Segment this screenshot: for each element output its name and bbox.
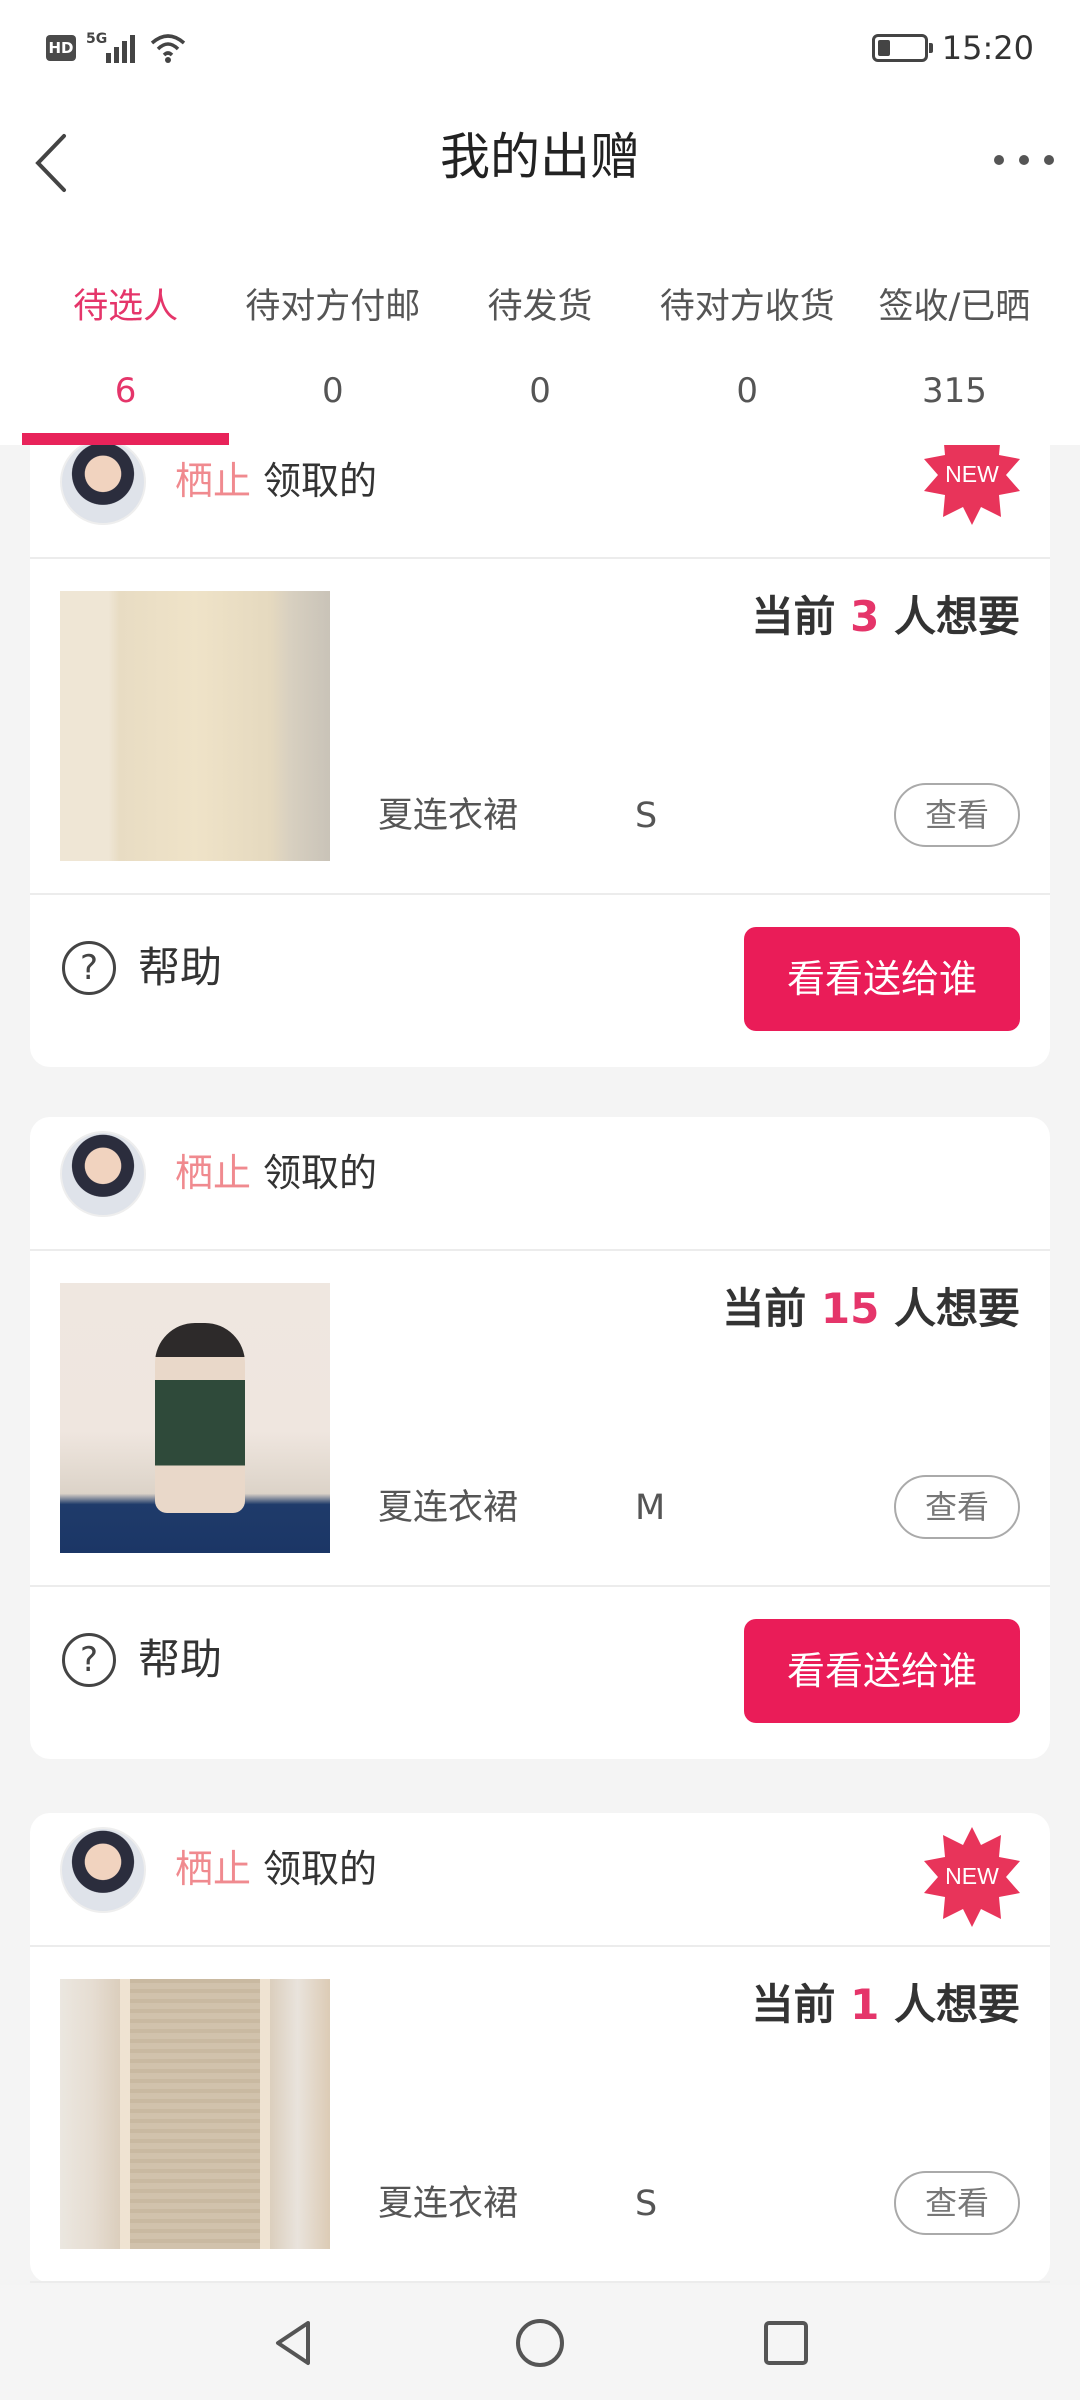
tab-label: 待发货 — [487, 287, 593, 327]
app-header: 我的出赠 — [0, 100, 1080, 230]
card-body: 当前 3 人想要 夏连衣裙 S 查看 — [30, 559, 1050, 895]
claimer-suffix: 领取的 — [263, 459, 378, 503]
item-photo[interactable] — [60, 1979, 330, 2249]
card-header: 栖止 领取的 NEW — [30, 1813, 1050, 1947]
want-count: 1 — [850, 1980, 880, 2029]
page-title: 我的出赠 — [440, 128, 640, 186]
status-tabs: 待选人 6 待对方付邮 0 待发货 0 待对方收货 0 签收/已晒 315 — [0, 230, 1080, 445]
card-body: 当前 15 人想要 夏连衣裙 M 查看 — [30, 1251, 1050, 1587]
view-button[interactable]: 查看 — [894, 1475, 1020, 1539]
help-label[interactable]: 帮助 — [138, 939, 222, 997]
tab-label: 待对方付邮 — [245, 287, 421, 327]
status-time: 15:20 — [941, 29, 1034, 67]
new-badge-icon: NEW — [924, 445, 1020, 525]
card-header: 栖止 领取的 — [30, 1117, 1050, 1251]
item-photo[interactable] — [60, 591, 330, 861]
tab-pending-selection[interactable]: 待选人 6 — [22, 230, 230, 445]
help-icon[interactable]: ? — [62, 1633, 116, 1687]
tab-count: 315 — [921, 371, 987, 411]
tab-label: 签收/已晒 — [878, 287, 1031, 327]
help-label[interactable]: 帮助 — [138, 1631, 222, 1689]
more-options-icon[interactable] — [994, 140, 1054, 180]
system-nav-bar — [0, 2285, 1080, 2400]
tab-count: 6 — [114, 371, 137, 411]
tab-count: 0 — [736, 371, 759, 411]
item-photo[interactable] — [60, 1283, 330, 1553]
gift-list: 栖止 领取的 NEW 当前 3 人想要 夏连衣裙 S 查看 ? 帮助 看看送给谁… — [0, 445, 1080, 2285]
wifi-icon — [150, 34, 186, 63]
item-name: 夏连衣裙 — [378, 796, 519, 836]
tab-pending-shipment[interactable]: 待发货 0 — [436, 230, 643, 445]
card-header: 栖止 领取的 NEW — [30, 445, 1050, 559]
want-count: 15 — [820, 1284, 880, 1333]
claimer-name[interactable]: 栖止 — [175, 1145, 251, 1201]
want-count-text: 当前 15 人想要 — [722, 1284, 1020, 1333]
item-size: M — [635, 1488, 666, 1528]
want-count-text: 当前 3 人想要 — [751, 592, 1020, 641]
item-size: S — [635, 796, 658, 836]
item-size: S — [635, 2184, 658, 2224]
want-count: 3 — [850, 592, 880, 641]
avatar[interactable] — [60, 1131, 146, 1217]
status-icons-left: HD 5G — [46, 28, 188, 68]
help-icon[interactable]: ? — [62, 941, 116, 995]
nav-recents-icon[interactable] — [758, 2315, 814, 2371]
card-footer: ? 帮助 看看送给谁 — [30, 895, 1050, 1067]
battery-icon — [871, 34, 933, 62]
card-body: 当前 1 人想要 夏连衣裙 S 查看 — [30, 1947, 1050, 2283]
item-name: 夏连衣裙 — [378, 1488, 519, 1528]
avatar[interactable] — [60, 1827, 146, 1913]
choose-recipient-button[interactable]: 看看送给谁 — [744, 927, 1020, 1031]
status-icons-right: 15:20 — [871, 26, 1034, 70]
tab-count: 0 — [529, 371, 551, 411]
nav-back-icon[interactable] — [266, 2315, 322, 2371]
tab-pending-postage[interactable]: 待对方付邮 0 — [229, 230, 436, 445]
choose-recipient-button[interactable]: 看看送给谁 — [744, 1619, 1020, 1723]
claimer-suffix: 领取的 — [263, 1151, 378, 1195]
card-footer: ? 帮助 看看送给谁 — [30, 1587, 1050, 1759]
want-count-text: 当前 1 人想要 — [751, 1980, 1020, 2029]
avatar[interactable] — [60, 445, 146, 525]
gift-card: 栖止 领取的 NEW 当前 3 人想要 夏连衣裙 S 查看 ? 帮助 看看送给谁 — [30, 445, 1050, 1067]
view-button[interactable]: 查看 — [894, 2171, 1020, 2235]
tab-label: 待对方收货 — [659, 287, 835, 327]
new-badge-icon: NEW — [924, 1827, 1020, 1927]
claimer-name[interactable]: 栖止 — [175, 453, 251, 509]
gift-card: 栖止 领取的 NEW 当前 1 人想要 夏连衣裙 S 查看 — [30, 1813, 1050, 2283]
nav-home-icon[interactable] — [512, 2315, 568, 2371]
item-name: 夏连衣裙 — [378, 2184, 519, 2224]
status-bar: HD 5G 15:20 — [0, 0, 1080, 100]
svg-text:NEW: NEW — [945, 461, 999, 487]
signal-icon: 5G — [86, 31, 138, 65]
tab-count: 0 — [321, 371, 344, 411]
tab-label: 待选人 — [73, 287, 179, 327]
gift-card: 栖止 领取的 当前 15 人想要 夏连衣裙 M 查看 ? 帮助 看看送给谁 — [30, 1117, 1050, 1759]
view-button[interactable]: 查看 — [894, 783, 1020, 847]
tab-pending-receipt[interactable]: 待对方收货 0 — [644, 230, 851, 445]
svg-text:NEW: NEW — [945, 1863, 999, 1889]
hd-icon: HD — [46, 35, 76, 61]
tab-received-shared[interactable]: 签收/已晒 315 — [851, 230, 1058, 445]
claimer-name[interactable]: 栖止 — [175, 1841, 251, 1897]
claimer-suffix: 领取的 — [263, 1847, 378, 1891]
